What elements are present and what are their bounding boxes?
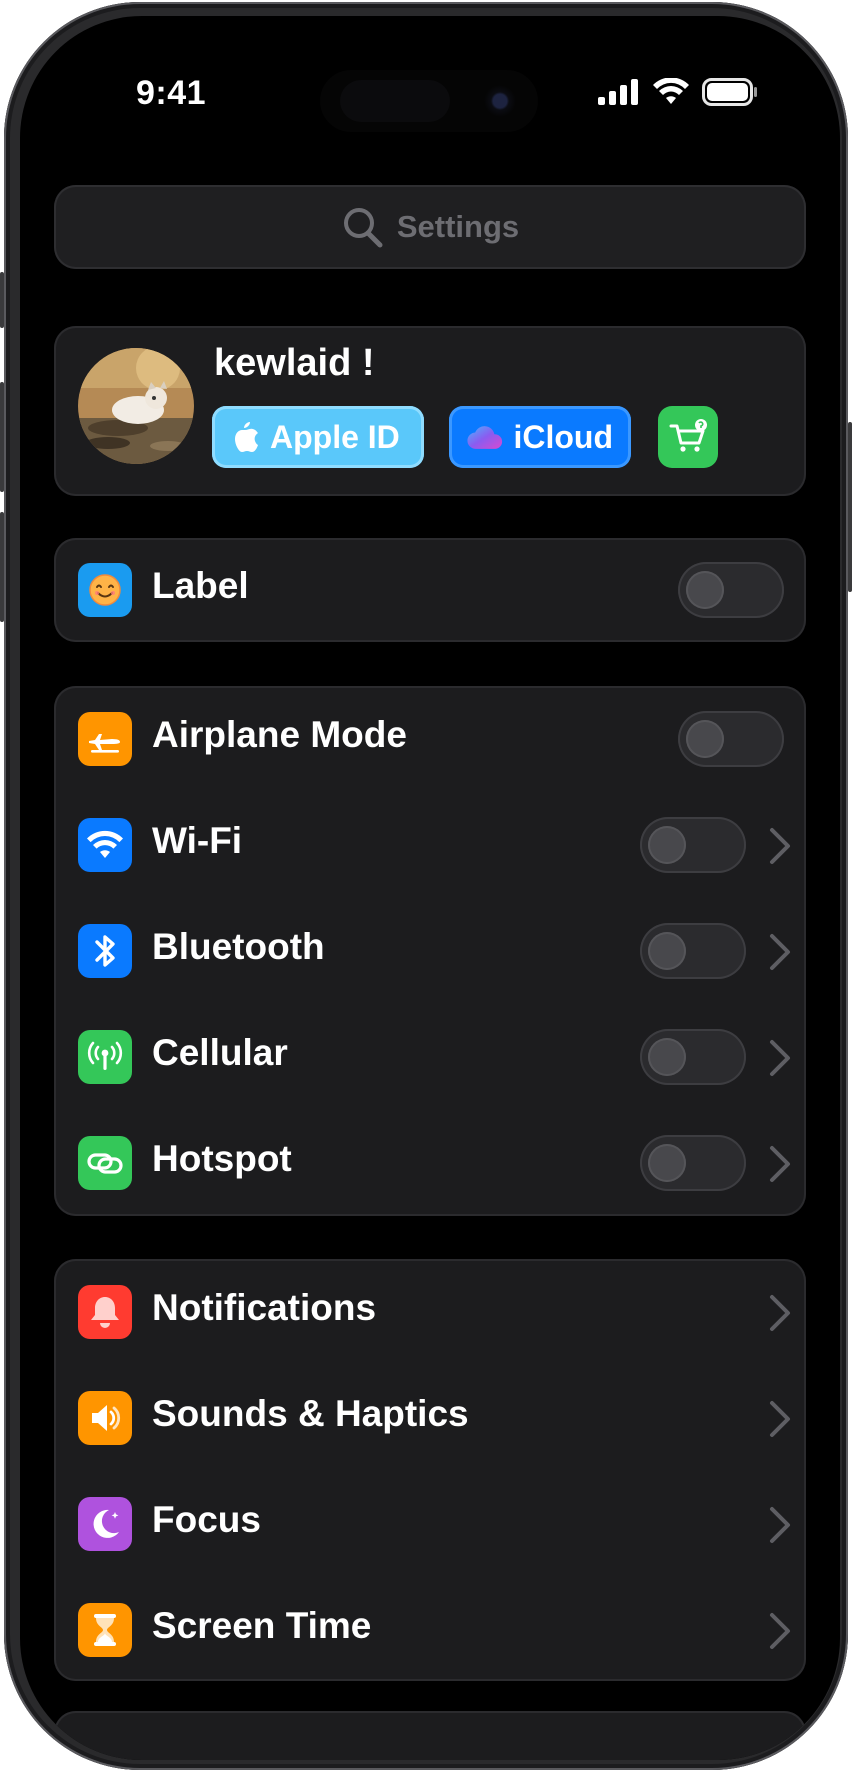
row-label: Bluetooth — [152, 926, 325, 967]
camera-icon — [484, 85, 516, 117]
power-button — [848, 422, 852, 592]
list-item-airplane-mode[interactable]: Airplane Mode — [54, 686, 806, 792]
profile-card[interactable]: kewlaid ! Apple ID iCloud — [54, 326, 806, 496]
next-card-peek — [54, 1711, 806, 1760]
row-label: Focus — [152, 1499, 261, 1540]
profile-name: kewlaid ! — [214, 342, 375, 384]
antenna-icon — [78, 1030, 132, 1084]
wifi-toggle[interactable] — [640, 817, 746, 873]
hotspot-toggle[interactable] — [640, 1135, 746, 1191]
wifi-status-icon — [653, 78, 689, 104]
chevron-right-icon — [770, 1040, 790, 1076]
list-item-screen-time[interactable]: Screen Time — [54, 1577, 806, 1683]
wifi-icon — [78, 818, 132, 872]
smiley-face-icon — [78, 563, 132, 617]
chevron-right-icon — [770, 934, 790, 970]
search-placeholder: Settings — [396, 209, 520, 244]
shopping-cart-icon — [669, 419, 707, 452]
row-label: Airplane Mode — [152, 714, 407, 755]
status-icons — [598, 78, 758, 106]
label-toggle[interactable] — [678, 562, 784, 618]
row-label: Cellular — [152, 1032, 288, 1073]
apple-logo-icon — [235, 422, 258, 452]
volume-up-button — [0, 382, 4, 492]
status-time: 9:41 — [136, 74, 207, 112]
row-label: Notifications — [152, 1287, 377, 1328]
row-label: Screen Time — [152, 1605, 372, 1646]
list-item-focus[interactable]: Focus — [54, 1471, 806, 1577]
screen: 9:41 Settings kewlaid ! Apple ID iCloud … — [20, 16, 840, 1760]
link-chain-icon — [78, 1136, 132, 1190]
list-item-notifications[interactable]: Notifications — [54, 1259, 806, 1365]
system-card: Notifications Sounds & Haptics Focus Scr… — [54, 1259, 806, 1681]
chevron-right-icon — [770, 1146, 790, 1182]
list-item-hotspot[interactable]: Hotspot — [54, 1110, 806, 1216]
chevron-right-icon — [770, 1613, 790, 1649]
search-bar[interactable]: Settings — [54, 185, 806, 269]
hourglass-icon — [78, 1603, 132, 1657]
bell-icon — [78, 1285, 132, 1339]
row-label: Label — [152, 565, 249, 606]
phone-frame: 9:41 Settings kewlaid ! Apple ID iCloud … — [0, 2, 852, 1770]
airplane-mode-toggle[interactable] — [678, 711, 784, 767]
icloud-button[interactable]: iCloud — [449, 406, 631, 468]
connectivity-card: Airplane Mode Wi-Fi Bluetooth Cellular H… — [54, 686, 806, 1216]
dynamic-island — [320, 70, 538, 132]
list-item-bluetooth[interactable]: Bluetooth — [54, 898, 806, 1004]
search-icon — [343, 208, 383, 248]
bluetooth-toggle[interactable] — [640, 923, 746, 979]
speaker-icon — [78, 1391, 132, 1445]
row-label: Sounds & Haptics — [152, 1393, 469, 1434]
row-label: Hotspot — [152, 1138, 292, 1179]
action-button — [0, 272, 4, 328]
label-card: Label — [54, 538, 806, 642]
row-label: Wi-Fi — [152, 820, 243, 861]
chevron-right-icon — [770, 1295, 790, 1331]
list-item-cellular[interactable]: Cellular — [54, 1004, 806, 1110]
chevron-right-icon — [770, 1507, 790, 1543]
cellular-signal-icon — [598, 79, 638, 105]
avatar[interactable] — [78, 348, 194, 464]
bluetooth-icon — [78, 924, 132, 978]
icloud-label: iCloud — [513, 418, 613, 455]
chevron-right-icon — [770, 1401, 790, 1437]
apple-id-label: Apple ID — [270, 418, 400, 455]
list-item-label[interactable]: Label — [54, 538, 806, 642]
chevron-right-icon — [770, 828, 790, 864]
list-item-sounds-haptics[interactable]: Sounds & Haptics — [54, 1365, 806, 1471]
cellular-toggle[interactable] — [640, 1029, 746, 1085]
apple-id-button[interactable]: Apple ID — [212, 406, 424, 468]
cart-button[interactable] — [658, 406, 718, 468]
moon-icon — [78, 1497, 132, 1551]
list-item-wifi[interactable]: Wi-Fi — [54, 792, 806, 898]
battery-icon — [702, 78, 757, 106]
icloud-icon — [467, 426, 503, 449]
airplane-icon — [78, 712, 132, 766]
volume-down-button — [0, 512, 4, 622]
